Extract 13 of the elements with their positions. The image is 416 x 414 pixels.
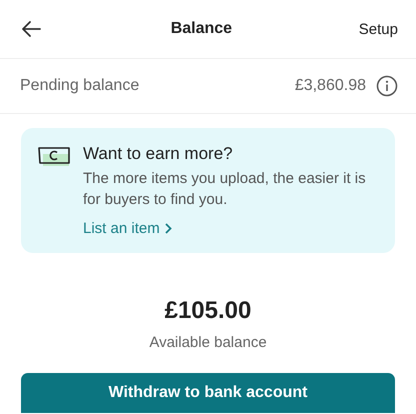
setup-link[interactable]: Setup	[358, 20, 398, 38]
available-label: Available balance	[149, 334, 267, 351]
info-icon[interactable]	[376, 75, 398, 97]
available-amount: £105.00	[164, 297, 252, 325]
withdraw-button[interactable]: Withdraw to bank account	[21, 373, 395, 413]
screen-title: Balance	[170, 20, 234, 38]
chevron-icon	[164, 223, 172, 234]
pending-label: Pending balance	[20, 77, 140, 95]
list-item-link[interactable]: List an item	[83, 220, 172, 237]
promo-text: The more items you upload, the easier it is for buyers to find you.	[83, 169, 367, 210]
banknote-icon	[37, 144, 71, 168]
promo-title: Want to earn more?	[83, 144, 233, 164]
pending-amount: £3,860.98	[294, 77, 366, 95]
